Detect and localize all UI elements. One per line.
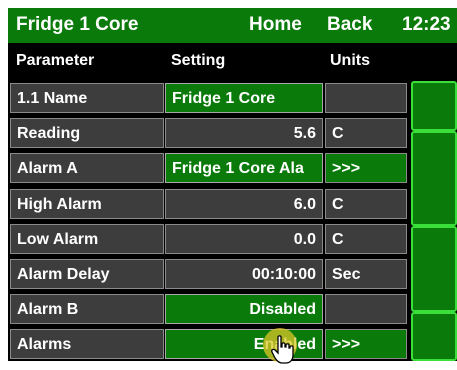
side-button-1[interactable] — [411, 81, 457, 131]
param-reading-label: Reading — [10, 118, 164, 148]
alarm-a-setting-field[interactable]: Fridge 1 Core Ala — [165, 153, 323, 183]
reading-units: C — [325, 118, 407, 148]
header-setting: Setting — [171, 52, 226, 69]
alarm-a-more-button[interactable]: >>> — [325, 153, 407, 183]
name-units-cell — [325, 83, 407, 113]
header-parameter: Parameter — [16, 52, 95, 69]
param-alarm-delay-label: Alarm Delay — [10, 259, 164, 289]
screen-frame: Fridge 1 Core Home Back 12:23 Parameter … — [8, 8, 457, 361]
low-alarm-units: C — [325, 224, 407, 254]
alarms-toggle[interactable]: Enabled — [165, 329, 323, 359]
title-bar: Fridge 1 Core Home Back 12:23 — [8, 8, 457, 43]
side-button-4[interactable] — [411, 312, 457, 361]
side-button-2[interactable] — [411, 131, 457, 226]
side-button-3[interactable] — [411, 226, 457, 312]
alarm-delay-value[interactable]: 00:10:00 — [165, 259, 323, 289]
page-title: Fridge 1 Core — [16, 14, 139, 35]
reading-value: 5.6 — [165, 118, 323, 148]
header-units: Units — [330, 52, 370, 69]
table-header: Parameter Setting Units — [8, 43, 457, 81]
alarm-b-toggle[interactable]: Disabled — [165, 294, 323, 324]
param-name-label: 1.1 Name — [10, 83, 164, 113]
param-alarm-b-label: Alarm B — [10, 294, 164, 324]
back-button[interactable]: Back — [327, 14, 372, 36]
alarms-more-button[interactable]: >>> — [325, 329, 407, 359]
high-alarm-units: C — [325, 189, 407, 219]
param-low-alarm-label: Low Alarm — [10, 224, 164, 254]
high-alarm-value[interactable]: 6.0 — [165, 189, 323, 219]
hand-pointer-icon — [271, 335, 294, 364]
clock: 12:23 — [402, 14, 451, 35]
alarm-delay-units: Sec — [325, 259, 407, 289]
param-high-alarm-label: High Alarm — [10, 189, 164, 219]
param-alarms-label: Alarms — [10, 329, 164, 359]
alarm-b-units — [325, 294, 407, 324]
param-alarm-a-label: Alarm A — [10, 153, 164, 183]
home-button[interactable]: Home — [249, 14, 302, 36]
name-setting-field[interactable]: Fridge 1 Core — [165, 83, 323, 113]
low-alarm-value[interactable]: 0.0 — [165, 224, 323, 254]
